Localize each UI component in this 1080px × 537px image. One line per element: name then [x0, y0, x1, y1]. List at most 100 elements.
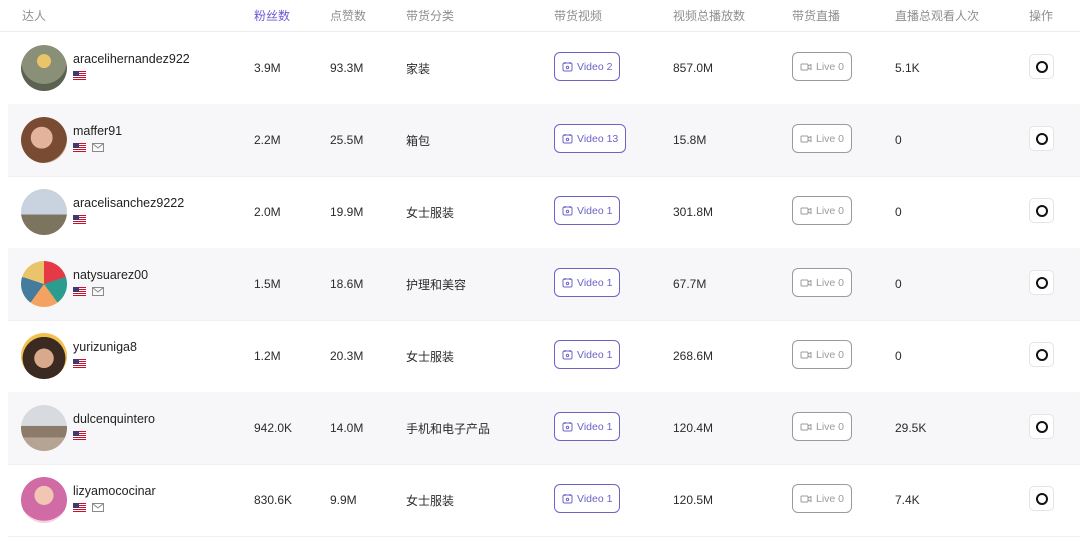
- calendar-icon: [562, 494, 573, 504]
- views-value: 67.7M: [673, 277, 707, 291]
- video-label: Video 1: [577, 204, 613, 217]
- creator-name[interactable]: natysuarez00: [73, 268, 148, 282]
- creator-name[interactable]: aracelihernandez922: [73, 52, 190, 66]
- table-row[interactable]: aracelihernandez922 3.9M 93.3M 家装 Video …: [8, 32, 1080, 105]
- live-button[interactable]: Live 0: [792, 340, 853, 369]
- action-button[interactable]: [1029, 198, 1054, 223]
- views-value: 15.8M: [673, 133, 707, 147]
- us-flag-icon: [73, 215, 86, 224]
- table-row[interactable]: yurizuniga8 1.2M 20.3M 女士服装 Video 1 268.…: [8, 320, 1080, 393]
- creator-badges: [73, 215, 86, 224]
- avatar[interactable]: [21, 477, 67, 523]
- action-button[interactable]: [1029, 486, 1054, 511]
- followers-value: 1.2M: [254, 349, 281, 363]
- action-button[interactable]: [1029, 126, 1054, 151]
- table-row[interactable]: maffer91 2.2M 25.5M 箱包 Video 13 15.8M Li…: [8, 104, 1080, 177]
- avatar[interactable]: [21, 45, 67, 91]
- table-row[interactable]: dulcenquintero 942.0K 14.0M 手机和电子产品 Vide…: [8, 392, 1080, 465]
- avatar[interactable]: [21, 189, 67, 235]
- circle-icon: [1035, 492, 1048, 505]
- header-live-views[interactable]: 直播总观看人次: [895, 7, 979, 24]
- creator-badges: [73, 431, 86, 440]
- followers-value: 942.0K: [254, 421, 293, 435]
- mail-icon[interactable]: [92, 143, 104, 152]
- action-button[interactable]: [1029, 414, 1054, 439]
- video-camera-icon: [800, 279, 812, 286]
- creator-name[interactable]: lizyamococinar: [73, 484, 156, 498]
- live-views-value: 0: [895, 205, 902, 219]
- calendar-icon: [562, 62, 573, 72]
- video-button[interactable]: Video 2: [554, 52, 621, 81]
- live-views-value: 5.1K: [895, 61, 920, 75]
- video-label: Video 1: [577, 276, 613, 289]
- header-videos[interactable]: 带货视频: [554, 7, 602, 24]
- header-likes[interactable]: 点赞数: [330, 7, 366, 24]
- followers-value: 2.0M: [254, 205, 281, 219]
- video-camera-icon: [800, 207, 812, 214]
- live-label: Live 0: [816, 276, 845, 289]
- table-row[interactable]: lizyamococinar 830.6K 9.9M 女士服装 Video 1 …: [8, 464, 1080, 537]
- likes-value: 93.3M: [330, 61, 364, 75]
- table-row[interactable]: aracelisanchez9222 2.0M 19.9M 女士服装 Video…: [8, 176, 1080, 249]
- circle-icon: [1035, 420, 1048, 433]
- table-row[interactable]: natysuarez00 1.5M 18.6M 护理和美容 Video 1 67…: [8, 248, 1080, 321]
- calendar-icon: [562, 134, 573, 144]
- video-button[interactable]: Video 1: [554, 340, 621, 369]
- views-value: 268.6M: [673, 349, 714, 363]
- live-button[interactable]: Live 0: [792, 268, 853, 297]
- creator-name[interactable]: dulcenquintero: [73, 412, 155, 426]
- creator-name[interactable]: aracelisanchez9222: [73, 196, 184, 210]
- video-button[interactable]: Video 1: [554, 268, 621, 297]
- calendar-icon: [562, 206, 573, 216]
- header-live[interactable]: 带货直播: [792, 7, 840, 24]
- live-button[interactable]: Live 0: [792, 484, 853, 513]
- live-button[interactable]: Live 0: [792, 196, 853, 225]
- live-button[interactable]: Live 0: [792, 124, 853, 153]
- action-button[interactable]: [1029, 54, 1054, 79]
- avatar[interactable]: [21, 333, 67, 379]
- category-value: 女士服装: [406, 205, 455, 220]
- live-label: Live 0: [816, 204, 845, 217]
- us-flag-icon: [73, 503, 86, 512]
- live-label: Live 0: [816, 420, 845, 433]
- category-value: 女士服装: [406, 493, 455, 508]
- video-button[interactable]: Video 1: [554, 412, 621, 441]
- followers-value: 1.5M: [254, 277, 281, 291]
- action-button[interactable]: [1029, 342, 1054, 367]
- avatar[interactable]: [21, 117, 67, 163]
- us-flag-icon: [73, 431, 86, 440]
- video-label: Video 2: [577, 60, 613, 73]
- video-camera-icon: [800, 135, 812, 142]
- category-value: 女士服装: [406, 349, 455, 364]
- video-label: Video 13: [577, 132, 619, 145]
- video-button[interactable]: Video 1: [554, 196, 621, 225]
- creator-badges: [73, 503, 104, 512]
- header-followers[interactable]: 粉丝数: [254, 7, 290, 24]
- followers-value: 830.6K: [254, 493, 293, 507]
- header-views[interactable]: 视频总播放数: [673, 7, 745, 24]
- us-flag-icon: [73, 71, 86, 80]
- likes-value: 14.0M: [330, 421, 364, 435]
- live-label: Live 0: [816, 132, 845, 145]
- creator-name[interactable]: yurizuniga8: [73, 340, 137, 354]
- video-button[interactable]: Video 1: [554, 484, 621, 513]
- creator-name[interactable]: maffer91: [73, 124, 122, 138]
- video-button[interactable]: Video 13: [554, 124, 627, 153]
- live-label: Live 0: [816, 60, 845, 73]
- live-label: Live 0: [816, 348, 845, 361]
- creator-badges: [73, 71, 86, 80]
- action-button[interactable]: [1029, 270, 1054, 295]
- mail-icon[interactable]: [92, 287, 104, 296]
- avatar[interactable]: [21, 261, 67, 307]
- live-views-value: 7.4K: [895, 493, 920, 507]
- calendar-icon: [562, 422, 573, 432]
- avatar[interactable]: [21, 405, 67, 451]
- live-button[interactable]: Live 0: [792, 412, 853, 441]
- header-creator: 达人: [22, 9, 47, 23]
- calendar-icon: [562, 350, 573, 360]
- live-button[interactable]: Live 0: [792, 52, 853, 81]
- likes-value: 25.5M: [330, 133, 364, 147]
- mail-icon[interactable]: [92, 503, 104, 512]
- likes-value: 9.9M: [330, 493, 357, 507]
- followers-value: 2.2M: [254, 133, 281, 147]
